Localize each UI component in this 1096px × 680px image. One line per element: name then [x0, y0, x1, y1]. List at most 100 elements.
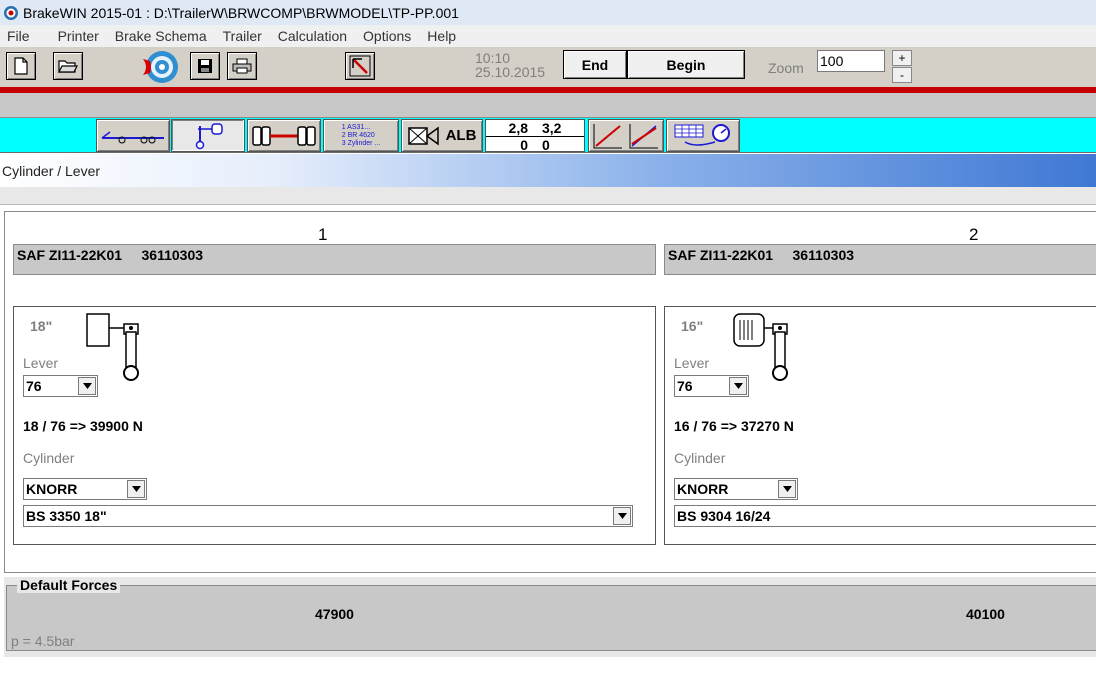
print-button[interactable]: [227, 52, 257, 80]
table-gauge-icon: [674, 123, 730, 146]
column-2-number: 2: [969, 225, 979, 244]
menu-file[interactable]: File: [0, 28, 38, 44]
column-2-lever-select[interactable]: 76: [674, 375, 749, 397]
section-header: Cylinder / Lever: [0, 154, 1096, 187]
trailer-icon: [101, 130, 164, 143]
open-folder-icon: [58, 60, 78, 73]
column-2-manufacturer-dropdown-icon[interactable]: [778, 480, 796, 498]
trailer-view-button[interactable]: [96, 119, 170, 152]
column-1-manufacturer-select[interactable]: KNORR: [23, 478, 147, 500]
ratio-display: 2,8 3,2 0 0: [485, 119, 585, 153]
default-force-1: 47900: [315, 606, 354, 622]
column-1-cylinder-dropdown-icon[interactable]: [613, 507, 631, 525]
column-1-size: 18": [30, 318, 53, 334]
column-2-model: SAF ZI11-22K01 36110303: [664, 244, 1096, 275]
printer-icon: [232, 58, 252, 74]
menu-calculation[interactable]: Calculation: [270, 28, 355, 44]
column-1-cylinder-select[interactable]: BS 3350 18": [23, 505, 633, 527]
zoom-label: Zoom: [768, 60, 804, 76]
section-title: Cylinder / Lever: [2, 162, 101, 179]
column-2-lever-value: 76: [677, 378, 693, 394]
default-forces-group: Default Forces 47900 40100 p = 4.5bar: [6, 577, 1096, 651]
column-2-panel: 16" Lever 76 16 / 76 => 37270 N Cylinder…: [664, 306, 1096, 545]
brake-schema-button[interactable]: [345, 52, 375, 80]
column-1-model: SAF ZI11-22K01 36110303: [13, 244, 656, 275]
end-button[interactable]: End: [563, 50, 627, 79]
zoom-decrease-button[interactable]: -: [892, 67, 912, 83]
curve-chart-icon: [629, 123, 658, 148]
separator-row: [0, 187, 1096, 205]
ratio-top-2: 3,2: [542, 120, 562, 136]
zoom-input[interactable]: 100: [817, 50, 885, 72]
ratio-bottom-2: 0: [542, 137, 550, 153]
diagram-button[interactable]: [588, 119, 664, 152]
load-valve-icon: [407, 126, 439, 145]
alb-label: ALB: [445, 127, 477, 144]
column-2-lever-label: Lever: [674, 355, 710, 371]
column-2-size: 16": [681, 318, 704, 334]
column-1-manufacturer: KNORR: [26, 481, 78, 497]
cylinder-lever-icon: [195, 122, 223, 149]
pressure-text: p = 4.5bar: [11, 633, 75, 649]
main-toolbar: 10:10 25.10.2015 End Begin Zoom 100 + -: [0, 47, 1096, 87]
component-list-line-1: 1 AS31...: [341, 123, 371, 131]
ratio-row-top: 2,8 3,2: [486, 120, 584, 136]
clock-readout: 10:10 25.10.2015: [475, 51, 545, 79]
new-document-icon: [14, 57, 28, 75]
column-1-lever-label: Lever: [23, 355, 59, 371]
ratio-bottom-1: 0: [520, 137, 528, 153]
ratio-row-bottom: 0 0: [486, 136, 584, 153]
brakewin-app-icon: [4, 5, 18, 20]
menu-options[interactable]: Options: [355, 28, 419, 44]
window-title: BrakeWIN 2015-01 : D:\TrailerW\BRWCOMP\B…: [23, 4, 459, 21]
column-1-cylinder-icon: [86, 313, 139, 381]
begin-button[interactable]: Begin: [627, 50, 745, 79]
alb-button[interactable]: ALB: [401, 119, 483, 152]
component-list-button[interactable]: 1 AS31... 2 BR 4620 3 Zylinder ...: [323, 119, 399, 152]
brake-disc-button[interactable]: [141, 49, 181, 85]
column-1-lever-select[interactable]: 76: [23, 375, 98, 397]
floppy-disk-icon: [198, 59, 212, 73]
ratio-top-1: 2,8: [508, 120, 528, 136]
column-1-cylinder-model: BS 3350 18": [26, 508, 107, 524]
date-text: 25.10.2015: [475, 64, 546, 80]
zoom-increase-button[interactable]: +: [892, 50, 912, 66]
open-file-button[interactable]: [53, 52, 83, 80]
column-2-cylinder-label: Cylinder: [674, 450, 726, 466]
brake-disc-icon: [143, 51, 178, 83]
column-2-lever-dropdown-icon[interactable]: [729, 377, 747, 395]
column-2-cylinder-select[interactable]: BS 9304 16/24: [674, 505, 1096, 527]
axle-icon: [252, 125, 316, 146]
column-2-force-formula: 16 / 76 => 37270 N: [674, 418, 794, 434]
module-toolbar: 1 AS31... 2 BR 4620 3 Zylinder ... ALB 2…: [0, 117, 1096, 153]
menu-brake-schema[interactable]: Brake Schema: [107, 28, 215, 44]
cylinder-lever-button[interactable]: [171, 119, 245, 152]
component-list: 1 AS31... 2 BR 4620 3 Zylinder ...: [342, 124, 381, 148]
menu-help[interactable]: Help: [419, 28, 464, 44]
column-1-panel: 18" Lever 76 18 / 76 => 39900 N Cylinder…: [13, 306, 656, 545]
brake-lever-icon: [349, 55, 371, 77]
default-forces-legend: Default Forces: [17, 577, 121, 593]
save-button[interactable]: [190, 52, 220, 80]
column-2-cylinder-model: BS 9304 16/24: [677, 508, 771, 524]
new-file-button[interactable]: [6, 52, 36, 80]
component-list-line-2: 2 BR 4620: [341, 131, 375, 139]
column-1-cylinder-label: Cylinder: [23, 450, 75, 466]
line-chart-icon: [593, 123, 622, 148]
axle-view-button[interactable]: [247, 119, 321, 152]
column-2-manufacturer: KNORR: [677, 481, 729, 497]
column-2-manufacturer-select[interactable]: KNORR: [674, 478, 798, 500]
column-1-force-formula: 18 / 76 => 39900 N: [23, 418, 143, 434]
menu-trailer[interactable]: Trailer: [215, 28, 270, 44]
column-1-lever-dropdown-icon[interactable]: [78, 377, 96, 395]
default-force-2: 40100: [966, 606, 1005, 622]
time-text: 10:10: [475, 50, 511, 66]
column-1-manufacturer-dropdown-icon[interactable]: [127, 480, 145, 498]
column-2-spring-cylinder-icon: [733, 313, 788, 381]
gray-band: [0, 93, 1096, 117]
default-forces-area: Default Forces 47900 40100 p = 4.5bar: [4, 577, 1096, 657]
menu-bar: File Printer Brake Schema Trailer Calcul…: [0, 25, 1096, 47]
column-1-number: 1: [318, 225, 328, 244]
menu-printer[interactable]: Printer: [38, 28, 107, 44]
table-gauge-button[interactable]: [666, 119, 740, 152]
